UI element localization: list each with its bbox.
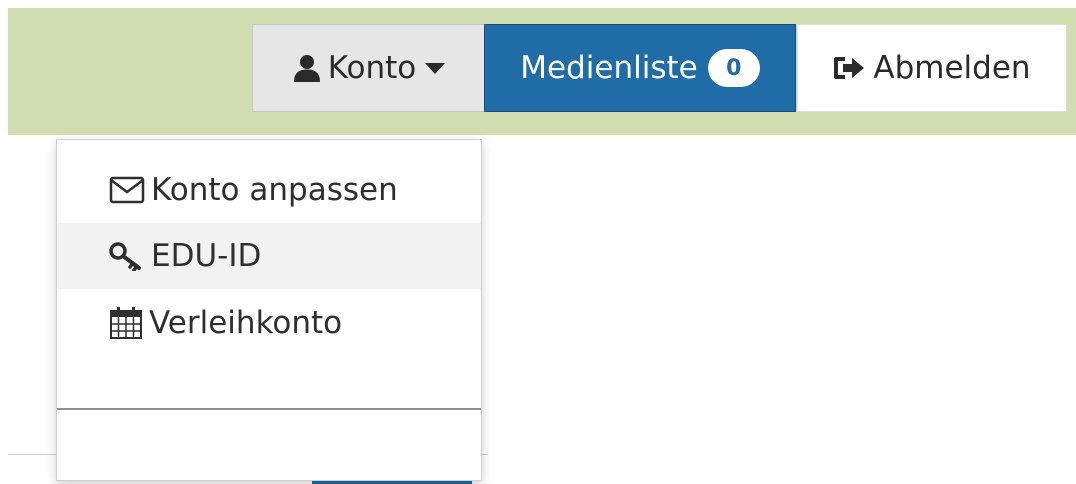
calendar-icon <box>109 306 143 340</box>
abmelden-button[interactable]: Abmelden <box>797 24 1067 112</box>
top-navigation-bar: Konto Medienliste 0 Abmelden <box>8 8 1076 135</box>
menu-item-konto-anpassen[interactable]: Konto anpassen <box>57 157 481 223</box>
medienliste-label: Medienliste <box>520 50 698 86</box>
sign-out-icon <box>833 55 865 81</box>
menu-divider <box>57 408 481 410</box>
key-icon <box>109 241 145 271</box>
menu-item-label: Verleihkonto <box>149 305 343 341</box>
konto-dropdown-menu: Konto anpassen EDU-ID Verleihkonto <box>56 139 482 481</box>
menu-item-label: EDU-ID <box>151 238 262 274</box>
konto-label: Konto <box>327 50 417 86</box>
menu-item-edu-id[interactable]: EDU-ID <box>57 223 481 289</box>
user-icon <box>292 53 322 83</box>
caret-down-icon <box>424 61 446 75</box>
menu-item-verleihkonto[interactable]: Verleihkonto <box>57 290 481 356</box>
abmelden-label: Abmelden <box>873 50 1031 86</box>
medienliste-button[interactable]: Medienliste 0 <box>484 24 796 112</box>
medienliste-count-badge: 0 <box>707 49 760 87</box>
menu-item-label: Konto anpassen <box>151 172 398 208</box>
konto-dropdown-button[interactable]: Konto <box>252 24 486 112</box>
envelope-icon <box>109 176 145 204</box>
